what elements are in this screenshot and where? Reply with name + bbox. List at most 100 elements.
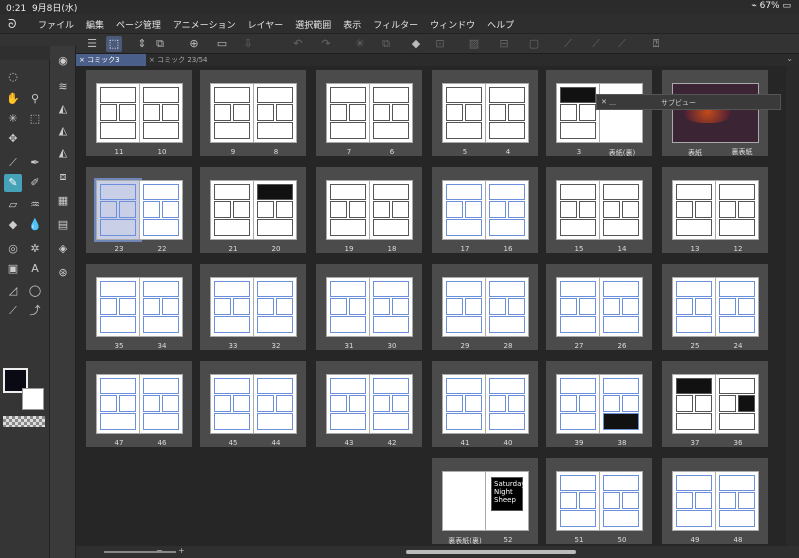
timeline-icon[interactable]: ◈	[54, 240, 72, 258]
page-thumbnail[interactable]: Saturday Night Sheep 52	[485, 471, 529, 544]
background-color[interactable]	[22, 388, 44, 410]
undo-icon[interactable]: ↶	[290, 36, 306, 52]
chevron-down-icon[interactable]: ⌄	[786, 54, 793, 63]
magic-wand-icon[interactable]: ✳	[4, 110, 22, 128]
property-icon[interactable]: ◭	[54, 100, 72, 118]
page-thumbnail[interactable]: 32	[253, 277, 297, 350]
ruler-tool-icon[interactable]: ⟋	[4, 302, 22, 320]
page-thumbnail[interactable]: 16	[485, 180, 529, 253]
page-thumbnail[interactable]: 11	[96, 83, 140, 156]
search-icon[interactable]: ⊛	[54, 264, 72, 282]
menu-item-3[interactable]: アニメーション	[173, 18, 236, 31]
page-thumbnail[interactable]: 25	[672, 277, 716, 350]
tab-comic3[interactable]: × コミック3	[76, 54, 146, 66]
menu-item-6[interactable]: 表示	[343, 18, 361, 31]
menu-item-9[interactable]: ヘルプ	[487, 18, 514, 31]
fill-icon[interactable]: ◆	[4, 216, 22, 234]
crop-icon[interactable]: ⊡	[432, 36, 448, 52]
move-icon[interactable]: ✥	[4, 130, 22, 148]
scrollbar[interactable]	[786, 66, 799, 546]
material-icon[interactable]: ◭	[54, 144, 72, 162]
page-thumbnail[interactable]: 33	[210, 277, 254, 350]
frame-border-icon[interactable]: ◿	[4, 282, 22, 300]
page-thumbnail[interactable]: 35	[96, 277, 140, 350]
page-thumbnail[interactable]: 44	[253, 374, 297, 447]
page-thumbnail[interactable]: 46	[139, 374, 183, 447]
balloon-icon[interactable]: ◯	[26, 282, 44, 300]
page-thumbnail[interactable]: 28	[485, 277, 529, 350]
copy-icon[interactable]: ⧉	[378, 36, 394, 52]
page-thumbnail[interactable]: 34	[139, 277, 183, 350]
select-tool-icon[interactable]: ⬚	[106, 36, 122, 52]
page-thumbnail[interactable]: 48	[715, 471, 759, 544]
page-spread[interactable]: 31 30	[316, 264, 422, 350]
page-thumbnail[interactable]: 37	[672, 374, 716, 447]
page-spread[interactable]: 27 26	[546, 264, 652, 350]
page-spread[interactable]: 21 20	[200, 167, 306, 253]
layer-icon[interactable]: ◉	[54, 52, 72, 70]
gradient-icon[interactable]: ▣	[4, 260, 22, 278]
transparent-color[interactable]	[3, 416, 45, 427]
airbrush-icon[interactable]: ♒	[26, 196, 44, 214]
page-thumbnail[interactable]: 36	[715, 374, 759, 447]
tab-comic-23-54[interactable]: × コミック 23/54	[146, 54, 266, 66]
page-spread[interactable]: 裏表紙(裏) Saturday Night Sheep 52	[432, 458, 538, 545]
page-spread[interactable]: 29 28	[432, 264, 538, 350]
zoom-out-icon[interactable]: −	[156, 546, 163, 555]
page-thumbnail[interactable]: 30	[369, 277, 413, 350]
page-thumbnail[interactable]: 14	[599, 180, 643, 253]
page-thumbnail[interactable]: 7	[326, 83, 370, 156]
ruler-icon[interactable]: ⟋	[560, 36, 576, 52]
page-spread[interactable]: 33 32	[200, 264, 306, 350]
page-thumbnail[interactable]: 49	[672, 471, 716, 544]
color-set-icon[interactable]: ▦	[54, 192, 72, 210]
page-spread[interactable]: 37 36	[662, 361, 768, 447]
page-thumbnail[interactable]: 18	[369, 180, 413, 253]
popup-close[interactable]: ✕ ＿	[601, 97, 616, 107]
select-layer-icon[interactable]: ⬚	[26, 110, 44, 128]
menu-item-0[interactable]: ファイル	[38, 18, 74, 31]
page-thumbnail[interactable]: 42	[369, 374, 413, 447]
subview-popup[interactable]: ✕ ＿ サブビュー	[596, 94, 781, 110]
page-thumbnail[interactable]: 13	[672, 180, 716, 253]
ruler3-icon[interactable]: ⟋	[614, 36, 630, 52]
page-spread[interactable]: 45 44	[200, 361, 306, 447]
page-thumbnail[interactable]: 39	[556, 374, 600, 447]
deselect-icon[interactable]: ▨	[466, 36, 482, 52]
zoom-icon[interactable]: ⚲	[26, 90, 44, 108]
page-thumbnail[interactable]: 27	[556, 277, 600, 350]
page-spread[interactable]: 43 42	[316, 361, 422, 447]
page-thumbnail[interactable]: 10	[139, 83, 183, 156]
invert-icon[interactable]: ⊟	[496, 36, 512, 52]
fill-icon[interactable]: ◆	[408, 36, 424, 52]
page-spread[interactable]: 表紙 裏表紙	[662, 70, 768, 157]
lasso-icon[interactable]: ◌	[4, 68, 22, 86]
help-icon[interactable]: ⍰	[648, 36, 664, 52]
page-thumbnail[interactable]: 6	[369, 83, 413, 156]
page-thumbnail[interactable]: 15	[556, 180, 600, 253]
layers-icon[interactable]: ≋	[54, 78, 72, 96]
page-thumbnail[interactable]: 5	[442, 83, 486, 156]
redo-icon[interactable]: ↷	[318, 36, 334, 52]
eyedropper-icon[interactable]: ⟋	[4, 154, 22, 172]
page-thumbnail[interactable]: 3	[556, 83, 600, 156]
decoration-icon[interactable]: ◎	[4, 240, 22, 258]
hand-icon[interactable]: ✋	[4, 90, 22, 108]
page-spread[interactable]: 41 40	[432, 361, 538, 447]
page-thumbnail[interactable]: 12	[715, 180, 759, 253]
page-thumbnail[interactable]: 表紙	[672, 83, 759, 157]
page-spread[interactable]: 19 18	[316, 167, 422, 253]
transform-icon[interactable]: ✳	[352, 36, 368, 52]
frame-icon[interactable]: ▢	[526, 36, 542, 52]
menu-item-2[interactable]: ページ管理	[116, 18, 161, 31]
menu-item-5[interactable]: 選択範囲	[295, 18, 331, 31]
page-thumbnail[interactable]: 24	[715, 277, 759, 350]
page-spread[interactable]: 47 46	[86, 361, 192, 447]
page-spread[interactable]: 15 14	[546, 167, 652, 253]
ruler2-icon[interactable]: ⟋	[588, 36, 604, 52]
page-spread[interactable]: 35 34	[86, 264, 192, 350]
page-spread[interactable]: 23 22	[86, 167, 192, 253]
page-spread[interactable]: 11 10	[86, 70, 192, 156]
menu-icon[interactable]: ☰	[84, 36, 100, 52]
page-spread[interactable]: 25 24	[662, 264, 768, 350]
